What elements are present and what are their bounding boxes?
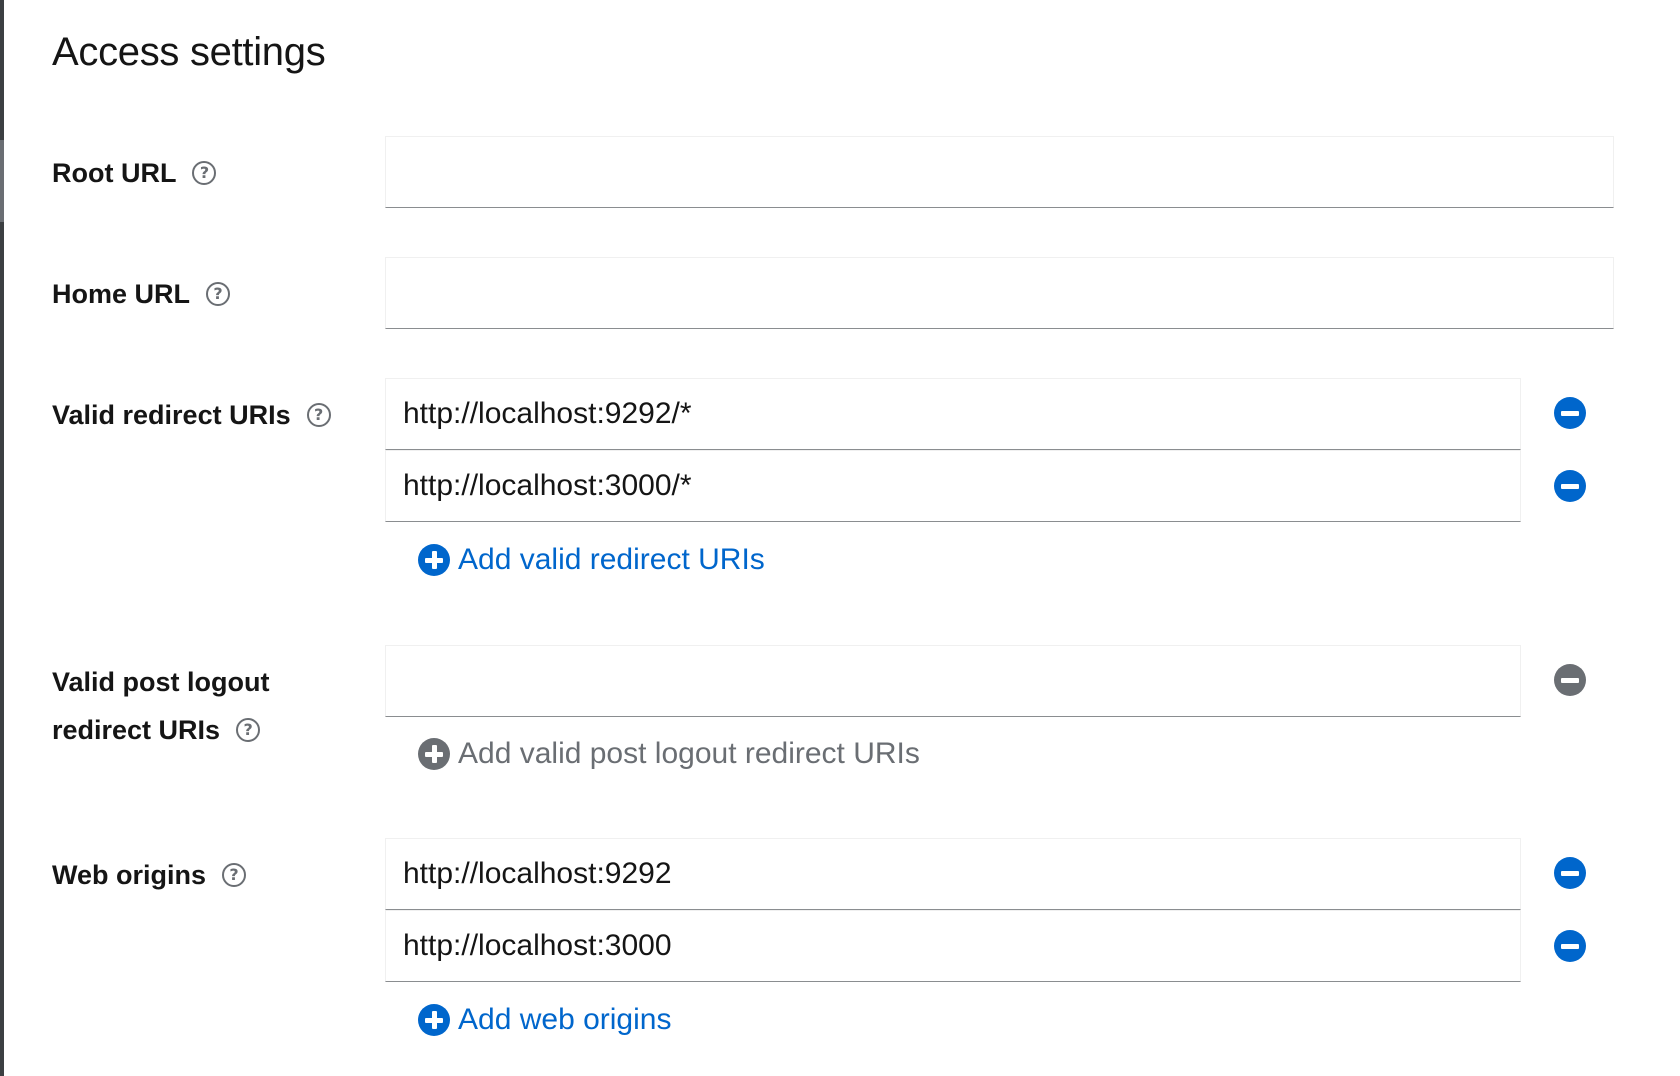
web-origins-help-icon[interactable]: ? (222, 863, 247, 887)
valid-post-logout-help-icon[interactable]: ? (236, 718, 261, 742)
web-origins-label: Web origins ? (52, 851, 247, 899)
valid-redirect-uris-label-text: Valid redirect URIs (52, 400, 291, 430)
add-web-origins-label: Add web origins (458, 1003, 672, 1036)
plus-circle-icon (418, 738, 450, 770)
root-url-label: Root URL ? (52, 149, 217, 197)
plus-circle-icon (418, 544, 450, 576)
window-left-edge (0, 0, 4, 1076)
section-title: Access settings (52, 30, 326, 74)
root-url-label-text: Root URL (52, 158, 177, 188)
root-url-help-icon[interactable]: ? (192, 161, 217, 185)
valid-redirect-uris-label: Valid redirect URIs ? (52, 391, 331, 439)
minus-circle-icon (1561, 943, 1579, 949)
minus-circle-icon (1561, 870, 1579, 876)
web-origin-input-1[interactable] (385, 838, 1521, 910)
remove-redirect-uri-1-button[interactable] (1554, 397, 1586, 429)
remove-web-origin-1-button[interactable] (1554, 857, 1586, 889)
remove-post-logout-uri-1-button[interactable] (1554, 664, 1586, 696)
home-url-help-icon[interactable]: ? (206, 282, 231, 306)
minus-circle-icon (1561, 410, 1579, 416)
plus-circle-icon (418, 1004, 450, 1036)
valid-post-logout-label-line1: Valid post logout (52, 667, 270, 697)
valid-redirect-uri-input-2[interactable] (385, 450, 1521, 522)
remove-redirect-uri-2-button[interactable] (1554, 470, 1586, 502)
root-url-input[interactable] (385, 136, 1614, 208)
home-url-label: Home URL ? (52, 270, 231, 318)
valid-redirect-uri-input-1[interactable] (385, 378, 1521, 450)
left-edge-highlight (0, 140, 4, 222)
home-url-input[interactable] (385, 257, 1614, 329)
valid-post-logout-uri-input-1[interactable] (385, 645, 1521, 717)
valid-post-logout-label: Valid post logout redirect URIs? (52, 658, 270, 754)
web-origin-input-2[interactable] (385, 910, 1521, 982)
add-valid-post-logout-uris-label: Add valid post logout redirect URIs (458, 737, 920, 770)
remove-web-origin-2-button[interactable] (1554, 930, 1586, 962)
valid-post-logout-label-line2: redirect URIs (52, 715, 221, 745)
minus-circle-icon (1561, 677, 1579, 683)
web-origins-label-text: Web origins (52, 860, 207, 890)
add-valid-post-logout-uris-button[interactable]: Add valid post logout redirect URIs (418, 734, 920, 774)
add-web-origins-button[interactable]: Add web origins (418, 1000, 671, 1040)
minus-circle-icon (1561, 483, 1579, 489)
home-url-label-text: Home URL (52, 279, 191, 309)
valid-redirect-uris-help-icon[interactable]: ? (306, 403, 331, 427)
add-valid-redirect-uris-button[interactable]: Add valid redirect URIs (418, 540, 765, 580)
add-valid-redirect-uris-label: Add valid redirect URIs (458, 543, 765, 576)
